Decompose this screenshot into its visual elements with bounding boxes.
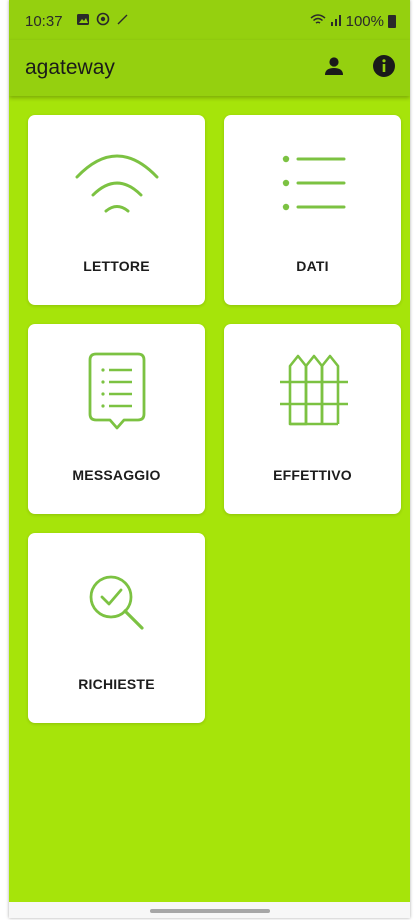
tile-label: MESSAGGIO (72, 467, 161, 483)
tile-dati[interactable]: DATI (224, 115, 401, 305)
tile-label: EFFETTIVO (273, 467, 352, 483)
home-handle[interactable] (149, 909, 270, 913)
app-actions (322, 54, 396, 83)
status-icons-left (76, 12, 130, 30)
app-bar: agateway (9, 40, 410, 96)
status-bar: 10:37 100% (9, 0, 410, 40)
status-time: 10:37 (25, 13, 63, 30)
phone-screen: 10:37 100% agateway LETTORE DATI MESSAGG… (9, 0, 410, 918)
battery-icon (388, 15, 396, 28)
fence-icon (224, 348, 401, 458)
tile-messaggio[interactable]: MESSAGGIO (28, 324, 205, 514)
gallery-icon (76, 13, 90, 30)
battery-percent: 100% (345, 13, 384, 30)
navigation-bar (9, 902, 410, 918)
signal-icon (116, 12, 130, 30)
status-icons-right: 100% (310, 13, 396, 30)
tile-lettore[interactable]: LETTORE (28, 115, 205, 305)
tile-label: DATI (296, 258, 329, 274)
wifi-icon (28, 137, 205, 247)
info-icon[interactable] (372, 54, 396, 83)
app-title: agateway (25, 56, 115, 79)
search-check-icon (28, 559, 205, 669)
tile-label: LETTORE (83, 258, 150, 274)
location-icon (96, 12, 110, 30)
tile-richieste[interactable]: RICHIESTE (28, 533, 205, 723)
list-icon (224, 137, 401, 247)
cell-signal-icon (330, 13, 342, 30)
tile-effettivo[interactable]: EFFETTIVO (224, 324, 401, 514)
wifi-icon (310, 13, 326, 30)
person-icon[interactable] (322, 54, 346, 83)
tile-label: RICHIESTE (78, 676, 155, 692)
message-icon (28, 348, 205, 458)
